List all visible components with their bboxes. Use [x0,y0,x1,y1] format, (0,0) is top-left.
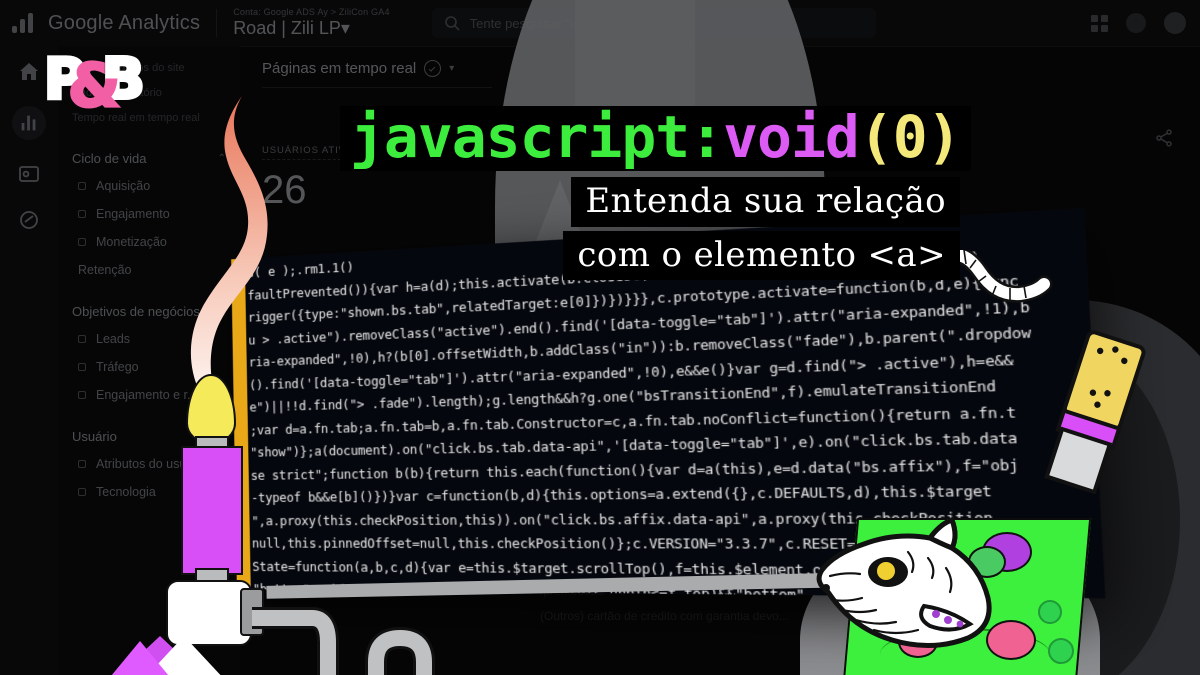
explore-icon[interactable] [17,162,41,186]
property-label: Road | Zili LP [233,18,341,38]
footer-row-1: (Outros) cartão de credito com garantia … [540,608,789,623]
logo-ampersand: & [68,51,120,114]
ga-icon-rail [0,46,58,675]
bullet-icon [78,488,86,497]
title-part-javascript: javascript: [350,103,724,171]
agar-dot-1 [1038,600,1062,624]
share-icon[interactable] [1154,128,1174,148]
sidebar-item-label: Retenção [78,263,132,278]
advertising-icon[interactable] [17,208,41,232]
ga-product-name: Google Analytics [48,11,201,34]
panel-title: Páginas em tempo real ▾ [262,60,492,88]
bullet-icon [78,335,86,344]
white-worm [940,250,1053,303]
bullet-icon [78,210,86,219]
verified-check-icon [424,60,442,77]
title-line-1: javascript:void(0) [340,106,971,171]
burner-barrel [181,446,243,575]
flame-icon [190,96,268,426]
title-line-2: Entenda sua relação [571,176,960,227]
sidebar-item-label: Tráfego [96,360,139,375]
nav-group-label: Usuário [72,429,117,445]
apps-grid-icon[interactable] [1091,14,1108,32]
bullet-icon [78,460,86,469]
property-caret-icon: ▾ [340,18,350,38]
analytics-logo-icon [12,13,38,33]
pb-logo: P B & P&B [44,45,147,114]
bullet-icon [78,182,86,191]
sidebar-item-label: Leads [96,332,131,347]
title-block: javascript:void(0) Entenda sua relação c… [340,106,971,281]
topbar-actions [1091,12,1186,34]
home-icon[interactable] [17,60,41,84]
property-name: Road | Zili LP▾ [233,18,389,39]
rat-head [816,516,992,649]
avatar[interactable] [1164,12,1186,34]
dissected-rat-specimen [816,480,1150,675]
title-line-3: com o elemento <a> [563,230,960,281]
page-title: Páginas em tempo real [262,60,417,77]
thumbnail-canvas: Google Analytics Conta: Google ADS Ay > … [0,0,1200,675]
nav-group-label: Ciclo de vida [72,151,147,167]
reports-icon[interactable] [12,106,46,140]
title-part-zero: (0) [858,103,962,171]
search-icon [444,16,460,31]
bullet-icon [78,391,86,400]
help-icon[interactable] [1126,13,1146,33]
account-breadcrumb: Conta: Google ADS Ay > ZiliCon GA4 [233,7,390,17]
bullet-icon [78,363,86,372]
burner-base-wedge-right [20,641,260,675]
ga-account-selector[interactable]: Conta: Google ADS Ay > ZiliCon GA4 Road … [233,7,389,39]
topbar-divider [216,9,218,37]
title-part-void: void [723,103,860,171]
chevron-down-icon: ▾ [449,63,455,74]
agar-dot-2 [1048,638,1074,664]
bullet-icon [78,238,86,247]
